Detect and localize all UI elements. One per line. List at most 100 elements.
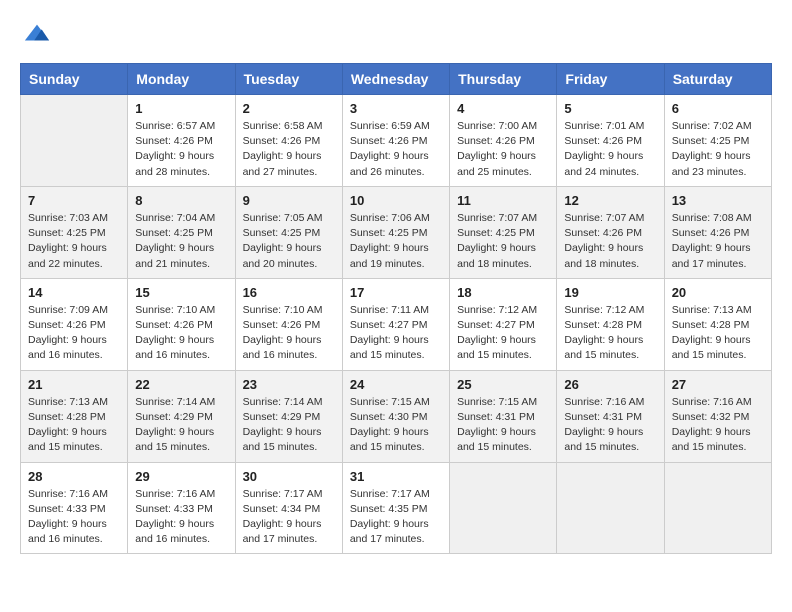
calendar-cell: 24 Sunrise: 7:15 AMSunset: 4:30 PMDayligh…	[342, 370, 449, 462]
day-info: Sunrise: 6:58 AMSunset: 4:26 PMDaylight:…	[243, 119, 335, 180]
calendar-week-row: 1 Sunrise: 6:57 AMSunset: 4:26 PMDaylight…	[21, 95, 772, 187]
calendar-cell: 10 Sunrise: 7:06 AMSunset: 4:25 PMDayligh…	[342, 186, 449, 278]
day-info: Sunrise: 6:59 AMSunset: 4:26 PMDaylight:…	[350, 119, 442, 180]
day-info: Sunrise: 7:04 AMSunset: 4:25 PMDaylight:…	[135, 211, 227, 272]
calendar-cell	[450, 462, 557, 554]
day-info: Sunrise: 7:10 AMSunset: 4:26 PMDaylight:…	[135, 303, 227, 364]
day-info: Sunrise: 7:09 AMSunset: 4:26 PMDaylight:…	[28, 303, 120, 364]
day-number: 27	[672, 377, 764, 392]
day-info: Sunrise: 7:14 AMSunset: 4:29 PMDaylight:…	[243, 395, 335, 456]
day-info: Sunrise: 6:57 AMSunset: 4:26 PMDaylight:…	[135, 119, 227, 180]
day-number: 22	[135, 377, 227, 392]
calendar-cell: 8Sunrise: 7:04 AMSunset: 4:25 PMDaylight…	[128, 186, 235, 278]
calendar-cell: 1 Sunrise: 6:57 AMSunset: 4:26 PMDaylight…	[128, 95, 235, 187]
calendar-cell: 3 Sunrise: 6:59 AMSunset: 4:26 PMDaylight…	[342, 95, 449, 187]
day-info: Sunrise: 7:08 AMSunset: 4:26 PMDaylight:…	[672, 211, 764, 272]
day-info: Sunrise: 7:13 AMSunset: 4:28 PMDaylight:…	[28, 395, 120, 456]
day-number: 19	[564, 285, 656, 300]
calendar-week-row: 28 Sunrise: 7:16 AMSunset: 4:33 PMDayligh…	[21, 462, 772, 554]
calendar-cell: 14 Sunrise: 7:09 AMSunset: 4:26 PMDayligh…	[21, 278, 128, 370]
calendar-cell: 31 Sunrise: 7:17 AMSunset: 4:35 PMDayligh…	[342, 462, 449, 554]
day-info: Sunrise: 7:06 AMSunset: 4:25 PMDaylight:…	[350, 211, 442, 272]
calendar-week-row: 21 Sunrise: 7:13 AMSunset: 4:28 PMDayligh…	[21, 370, 772, 462]
day-info: Sunrise: 7:16 AMSunset: 4:31 PMDaylight:…	[564, 395, 656, 456]
day-info: Sunrise: 7:07 AMSunset: 4:25 PMDaylight:…	[457, 211, 549, 272]
day-number: 31	[350, 469, 442, 484]
logo	[20, 20, 53, 53]
day-number: 23	[243, 377, 335, 392]
day-info: Sunrise: 7:00 AMSunset: 4:26 PMDaylight:…	[457, 119, 549, 180]
header-friday: Friday	[557, 64, 664, 95]
day-info: Sunrise: 7:03 AMSunset: 4:25 PMDaylight:…	[28, 211, 120, 272]
calendar-cell: 28 Sunrise: 7:16 AMSunset: 4:33 PMDayligh…	[21, 462, 128, 554]
day-number: 20	[672, 285, 764, 300]
calendar-cell: 5 Sunrise: 7:01 AMSunset: 4:26 PMDaylight…	[557, 95, 664, 187]
calendar-cell: 9 Sunrise: 7:05 AMSunset: 4:25 PMDaylight…	[235, 186, 342, 278]
calendar-cell: 7Sunrise: 7:03 AMSunset: 4:25 PMDaylight…	[21, 186, 128, 278]
day-number: 6	[672, 101, 764, 116]
calendar-cell: 18Sunrise: 7:12 AMSunset: 4:27 PMDayligh…	[450, 278, 557, 370]
day-info: Sunrise: 7:16 AMSunset: 4:33 PMDaylight:…	[135, 487, 227, 548]
day-info: Sunrise: 7:14 AMSunset: 4:29 PMDaylight:…	[135, 395, 227, 456]
calendar-cell: 2 Sunrise: 6:58 AMSunset: 4:26 PMDaylight…	[235, 95, 342, 187]
calendar-cell: 19 Sunrise: 7:12 AMSunset: 4:28 PMDayligh…	[557, 278, 664, 370]
day-number: 11	[457, 193, 549, 208]
day-number: 12	[564, 193, 656, 208]
calendar-cell: 12 Sunrise: 7:07 AMSunset: 4:26 PMDayligh…	[557, 186, 664, 278]
day-number: 30	[243, 469, 335, 484]
day-info: Sunrise: 7:16 AMSunset: 4:32 PMDaylight:…	[672, 395, 764, 456]
calendar-cell: 17 Sunrise: 7:11 AMSunset: 4:27 PMDayligh…	[342, 278, 449, 370]
header-monday: Monday	[128, 64, 235, 95]
day-number: 4	[457, 101, 549, 116]
day-number: 16	[243, 285, 335, 300]
day-number: 24	[350, 377, 442, 392]
day-number: 10	[350, 193, 442, 208]
day-number: 2	[243, 101, 335, 116]
day-info: Sunrise: 7:02 AMSunset: 4:25 PMDaylight:…	[672, 119, 764, 180]
day-info: Sunrise: 7:15 AMSunset: 4:31 PMDaylight:…	[457, 395, 549, 456]
day-number: 26	[564, 377, 656, 392]
day-number: 15	[135, 285, 227, 300]
day-number: 29	[135, 469, 227, 484]
day-number: 1	[135, 101, 227, 116]
page-header	[20, 20, 772, 53]
day-number: 28	[28, 469, 120, 484]
day-info: Sunrise: 7:17 AMSunset: 4:34 PMDaylight:…	[243, 487, 335, 548]
day-info: Sunrise: 7:16 AMSunset: 4:33 PMDaylight:…	[28, 487, 120, 548]
header-thursday: Thursday	[450, 64, 557, 95]
calendar-cell: 22 Sunrise: 7:14 AMSunset: 4:29 PMDayligh…	[128, 370, 235, 462]
day-info: Sunrise: 7:01 AMSunset: 4:26 PMDaylight:…	[564, 119, 656, 180]
day-info: Sunrise: 7:10 AMSunset: 4:26 PMDaylight:…	[243, 303, 335, 364]
header-wednesday: Wednesday	[342, 64, 449, 95]
day-info: Sunrise: 7:07 AMSunset: 4:26 PMDaylight:…	[564, 211, 656, 272]
calendar-cell: 4 Sunrise: 7:00 AMSunset: 4:26 PMDaylight…	[450, 95, 557, 187]
calendar-cell: 27 Sunrise: 7:16 AMSunset: 4:32 PMDayligh…	[664, 370, 771, 462]
calendar: SundayMondayTuesdayWednesdayThursdayFrid…	[20, 63, 772, 554]
day-number: 5	[564, 101, 656, 116]
calendar-cell: 15 Sunrise: 7:10 AMSunset: 4:26 PMDayligh…	[128, 278, 235, 370]
header-sunday: Sunday	[21, 64, 128, 95]
calendar-header-row: SundayMondayTuesdayWednesdayThursdayFrid…	[21, 64, 772, 95]
day-info: Sunrise: 7:11 AMSunset: 4:27 PMDaylight:…	[350, 303, 442, 364]
day-info: Sunrise: 7:13 AMSunset: 4:28 PMDaylight:…	[672, 303, 764, 364]
calendar-cell: 21 Sunrise: 7:13 AMSunset: 4:28 PMDayligh…	[21, 370, 128, 462]
day-number: 25	[457, 377, 549, 392]
day-number: 17	[350, 285, 442, 300]
calendar-cell: 13 Sunrise: 7:08 AMSunset: 4:26 PMDayligh…	[664, 186, 771, 278]
day-info: Sunrise: 7:15 AMSunset: 4:30 PMDaylight:…	[350, 395, 442, 456]
day-info: Sunrise: 7:17 AMSunset: 4:35 PMDaylight:…	[350, 487, 442, 548]
day-number: 9	[243, 193, 335, 208]
calendar-cell	[557, 462, 664, 554]
day-number: 13	[672, 193, 764, 208]
day-info: Sunrise: 7:05 AMSunset: 4:25 PMDaylight:…	[243, 211, 335, 272]
day-info: Sunrise: 7:12 AMSunset: 4:28 PMDaylight:…	[564, 303, 656, 364]
day-number: 3	[350, 101, 442, 116]
calendar-week-row: 7Sunrise: 7:03 AMSunset: 4:25 PMDaylight…	[21, 186, 772, 278]
calendar-cell: 16 Sunrise: 7:10 AMSunset: 4:26 PMDayligh…	[235, 278, 342, 370]
calendar-cell	[664, 462, 771, 554]
day-number: 14	[28, 285, 120, 300]
calendar-cell: 11 Sunrise: 7:07 AMSunset: 4:25 PMDayligh…	[450, 186, 557, 278]
calendar-cell: 25 Sunrise: 7:15 AMSunset: 4:31 PMDayligh…	[450, 370, 557, 462]
header-saturday: Saturday	[664, 64, 771, 95]
day-number: 21	[28, 377, 120, 392]
